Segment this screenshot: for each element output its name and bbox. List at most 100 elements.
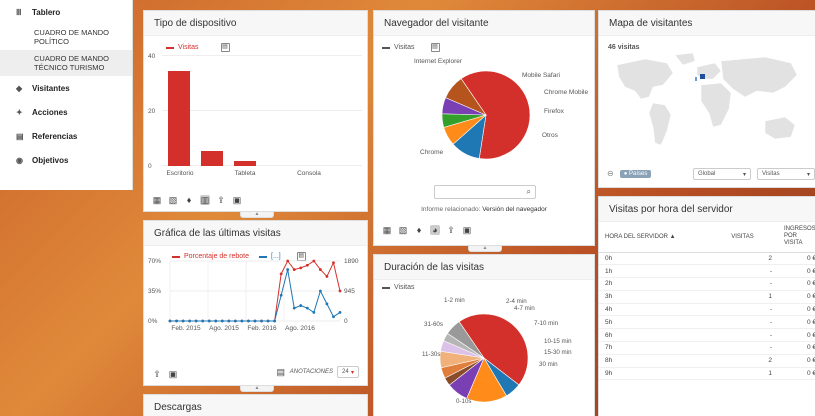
data-point (207, 319, 211, 323)
data-point (325, 275, 329, 278)
chevron-down-icon: ▾ (350, 369, 354, 376)
widget-title: Gráfica de las últimas visitas (144, 221, 367, 246)
data-point (233, 319, 237, 323)
annotations-control: ▤ ANOTACIONES 24 ▾ (276, 366, 359, 378)
sidebar-item-tablero[interactable]: Ⅲ Tablero (0, 0, 132, 24)
table-view-icon[interactable]: ▦ (152, 195, 162, 205)
col-header-visits[interactable]: VISITAS (725, 222, 778, 253)
cell-visits: 1 (725, 290, 778, 304)
data-point (286, 259, 290, 263)
data-point (279, 272, 283, 276)
sidebar-item-objetivos[interactable]: ◉ Objetivos (0, 148, 132, 172)
image-icon[interactable]: ▣ (462, 225, 472, 235)
data-point (305, 306, 309, 310)
table-row[interactable]: 5h -0 € (599, 315, 815, 330)
related-report: Informe relacionado: Versión del navegad… (374, 206, 594, 213)
table-more-view-icon[interactable]: ▧ (398, 225, 408, 235)
widget-title: Navegador del visitante (374, 11, 594, 36)
sidebar-item-visitantes[interactable]: ◆ Visitantes (0, 76, 132, 100)
pie-label: Internet Explorer (414, 58, 463, 65)
col-header-hour[interactable]: HORA DEL SERVIDOR ▲ (599, 222, 726, 253)
data-point (312, 311, 316, 314)
table-row[interactable]: 1h -0 € (599, 264, 815, 279)
pie-chart-icon[interactable]: ◕ (430, 225, 440, 235)
pie-label: 15-30 min (544, 349, 572, 356)
data-point (279, 293, 283, 297)
evolution-line-chart: 70% 35% 0% 1890 945 0 Feb. 2015 Ago. 2015 Feb. 2… (148, 258, 359, 332)
table-view-icon[interactable]: ▦ (382, 225, 392, 235)
collapse-handle[interactable]: ▲ (468, 246, 502, 252)
bar (234, 161, 256, 166)
export-icon[interactable]: ⇪ (446, 225, 456, 235)
annotations-label[interactable]: ANOTACIONES (290, 369, 333, 375)
visualization-toolbar: ▦ ▧ ♦ ▥ ⇪ ▣ (152, 195, 242, 205)
table-row[interactable]: 3h 1 0 € (599, 290, 815, 304)
tag-cloud-icon[interactable]: ♦ (184, 195, 194, 205)
y-tick-label: 20 (148, 108, 156, 115)
map-selects: Global ▾ Visitas ▾ (693, 168, 815, 180)
y-tick-label: 0% (148, 318, 158, 325)
cell-visits: - (725, 264, 778, 279)
data-point (299, 304, 303, 307)
widget-title: Mapa de visitantes (599, 11, 815, 36)
data-point (292, 268, 296, 271)
table-row[interactable]: 8h 2 0 € (599, 354, 815, 368)
tag-cloud-icon[interactable]: ♦ (414, 225, 424, 235)
sidebar: Ⅲ Tablero CUADRO DE MANDO POLÍTICO CUADR… (0, 0, 133, 190)
data-point (312, 259, 316, 263)
sidebar-item-acciones[interactable]: ✦ Acciones (0, 100, 132, 124)
table-more-view-icon[interactable]: ▧ (168, 195, 178, 205)
table-row[interactable]: 2h -0 € (599, 277, 815, 291)
cell-visits: 1 (725, 367, 778, 381)
data-point (220, 319, 224, 323)
table-row[interactable]: 6h -0 € (599, 328, 815, 343)
search-icon[interactable]: ⌕ (527, 187, 531, 197)
map-africa (700, 82, 732, 128)
visitor-map-widget: Mapa de visitantes 46 visitas ⊖ ● Países… (598, 10, 815, 188)
x-tick-label: Escritorio (166, 170, 193, 176)
collapse-handle[interactable]: ▲ (240, 386, 274, 392)
metric-select[interactable]: Visitas ▾ (757, 168, 815, 180)
cell-hour: 5h (599, 315, 726, 330)
search-input[interactable]: ⌕ (434, 185, 536, 199)
x-tick-label: Consola (297, 170, 321, 176)
legend-label[interactable]: Visitas (394, 44, 415, 51)
countries-button[interactable]: ● Países (619, 169, 652, 178)
cell-visits: - (725, 341, 778, 355)
pie-label: 0-10s (456, 398, 471, 405)
sidebar-subitem-politico[interactable]: CUADRO DE MANDO POLÍTICO (0, 24, 132, 50)
table-row[interactable]: 9h 1 0 € (599, 367, 815, 381)
sidebar-subitem-turismo[interactable]: CUADRO DE MANDO TÉCNICO TURISMO (0, 50, 132, 76)
y-tick-label-right: 945 (344, 288, 355, 295)
collapse-handle[interactable]: ▲ (240, 212, 274, 218)
period-select[interactable]: 24 ▾ (337, 366, 359, 378)
pie-label: Otros (542, 132, 559, 139)
widget-title: Duración de las visitas (374, 255, 594, 280)
table-row[interactable]: 7h -0 € (599, 341, 815, 355)
cell-rev: 0 € (778, 264, 815, 279)
table-row[interactable]: 0h 2 0 € (599, 252, 815, 266)
metric-value: Visitas (762, 171, 780, 177)
cell-visits: - (725, 315, 778, 330)
legend-swatch (382, 286, 390, 289)
export-icon[interactable]: ⇪ (152, 369, 162, 379)
region-select[interactable]: Global ▾ (693, 168, 751, 180)
data-point (292, 306, 296, 310)
image-icon[interactable]: ▣ (232, 195, 242, 205)
data-point (201, 319, 205, 323)
image-icon[interactable]: ▣ (168, 369, 178, 379)
export-icon[interactable]: ⇪ (216, 195, 226, 205)
chevron-down-icon: ▾ (806, 171, 810, 178)
world-map[interactable] (605, 47, 815, 162)
related-report-link[interactable]: Versión del navegador (482, 206, 547, 213)
data-point (188, 319, 192, 323)
sidebar-item-referencias[interactable]: ▤ Referencias (0, 124, 132, 148)
table-row[interactable]: 4h -0 € (599, 303, 815, 317)
zoom-out-icon[interactable]: ⊖ (607, 169, 614, 178)
annotations-icon[interactable]: ▤ (276, 367, 286, 377)
col-header-revenue[interactable]: INGRESOS POR VISITA (778, 222, 815, 253)
browser-pie-chart: Internet Explorer Mobile Safari Chrome Mob… (414, 58, 588, 160)
data-point (325, 302, 329, 306)
bar-chart-icon[interactable]: ▥ (200, 195, 210, 205)
map-highlight-portugal (695, 77, 697, 81)
